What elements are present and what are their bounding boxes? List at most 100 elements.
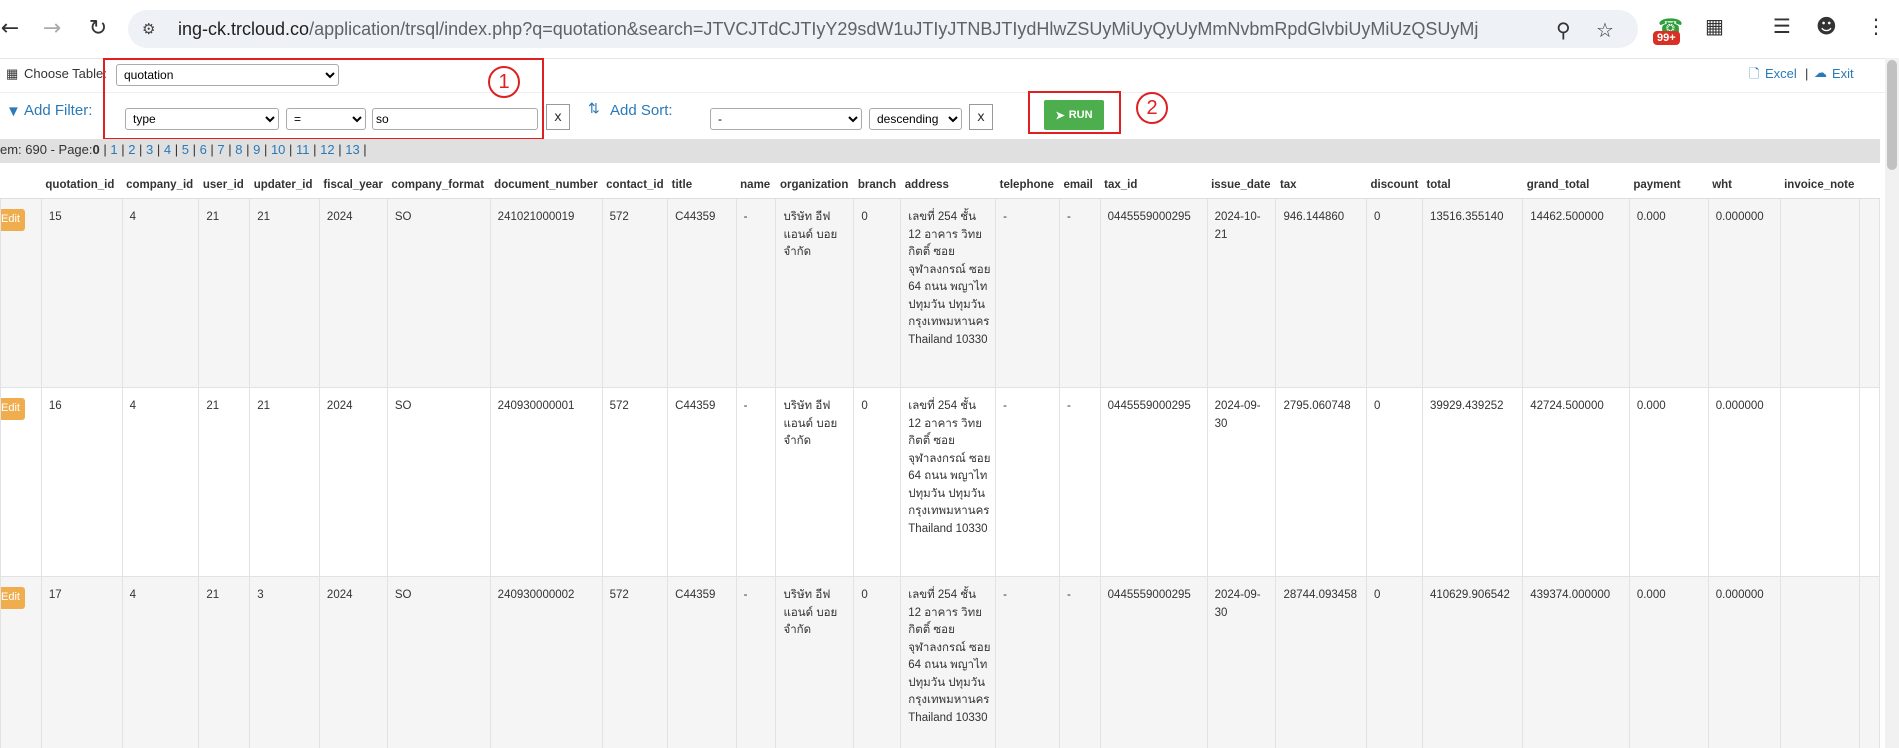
page-separator: | — [359, 142, 367, 157]
table-cell: 2024 — [318, 198, 388, 388]
browser-menu-icon[interactable]: ⋮ — [1866, 14, 1886, 38]
table-cell: 4 — [121, 198, 200, 388]
add-filter-label[interactable]: Add Filter: — [24, 102, 92, 119]
table-cell: C44359 — [667, 576, 737, 748]
sort-direction-select[interactable]: descending — [869, 108, 962, 130]
page-separator: | — [188, 142, 200, 157]
table-cell: 0.000000 — [1707, 387, 1781, 577]
page-link[interactable]: 8 — [235, 142, 242, 157]
page-separator: | — [309, 142, 321, 157]
table-cell: 15 — [40, 198, 123, 388]
table-row: Edit 16 4 21 21 2024 SO 240930000001 572 C44359- บ… — [0, 387, 1880, 577]
page-link[interactable]: 1 — [110, 142, 117, 157]
annotation-box-2 — [1028, 91, 1121, 134]
column-header[interactable]: company_id — [122, 172, 199, 199]
table-cell: 0 — [853, 198, 902, 388]
table-cell: 439374.000000 — [1522, 576, 1630, 748]
add-sort-label[interactable]: Add Sort: — [610, 102, 673, 119]
column-header[interactable]: wht — [1708, 172, 1781, 199]
edit-button[interactable]: Edit — [1, 587, 25, 609]
column-header[interactable]: invoice_note — [1780, 172, 1860, 199]
table-cell: - — [735, 387, 777, 577]
column-header[interactable]: tax — [1275, 172, 1367, 199]
page-separator: | — [334, 142, 346, 157]
url-text[interactable]: ing-ck.trcloud.co/application/trsql/inde… — [178, 19, 1478, 40]
table-cell: บริษัท อีฟ แอนด์ บอย จำกัด — [775, 576, 855, 748]
column-header[interactable]: email — [1059, 172, 1101, 199]
column-header[interactable]: discount — [1366, 172, 1423, 199]
page-link[interactable]: 5 — [182, 142, 189, 157]
table-cell: - — [995, 576, 1060, 748]
column-header[interactable]: branch — [853, 172, 901, 199]
excel-icon[interactable]: 🗋 — [1749, 65, 1759, 87]
extension-badge: 99+ — [1653, 31, 1680, 45]
column-header[interactable]: payment — [1629, 172, 1709, 199]
back-icon[interactable]: ← — [0, 14, 24, 42]
column-header[interactable]: issue_date — [1207, 172, 1276, 199]
column-header[interactable] — [0, 172, 42, 199]
column-header[interactable]: contact_id — [602, 172, 668, 199]
table-cell: SO — [386, 387, 491, 577]
column-header[interactable]: document_number — [490, 172, 603, 199]
page-link[interactable]: 13 — [345, 142, 359, 157]
table-cell — [1859, 576, 1880, 748]
page-link[interactable]: 11 — [296, 142, 310, 157]
table-cell: 4 — [121, 387, 200, 577]
excel-link[interactable]: Excel — [1765, 66, 1797, 81]
column-header[interactable]: telephone — [995, 172, 1060, 199]
table-cell: 2024-10-21 — [1206, 198, 1277, 388]
media-control-icon[interactable]: ☰ — [1773, 14, 1791, 38]
table-cell: 0445559000295 — [1099, 198, 1208, 388]
edit-button[interactable]: Edit — [1, 398, 25, 420]
column-header[interactable]: total — [1422, 172, 1523, 199]
remove-filter-button[interactable]: x — [546, 104, 570, 130]
edit-cell: Edit — [0, 576, 42, 748]
exit-link[interactable]: Exit — [1832, 66, 1854, 81]
page-link[interactable]: 10 — [271, 142, 285, 157]
column-header[interactable]: tax_id — [1100, 172, 1208, 199]
address-bar[interactable]: ⚙ ing-ck.trcloud.co/application/trsql/in… — [128, 10, 1638, 48]
table-cell: 240930000002 — [489, 576, 603, 748]
page-link[interactable]: 7 — [217, 142, 224, 157]
forward-icon[interactable]: → — [38, 14, 66, 42]
page-separator: | — [224, 142, 236, 157]
edit-button[interactable]: Edit — [1, 209, 25, 231]
scrollbar-thumb[interactable] — [1887, 60, 1897, 170]
page-link[interactable]: 6 — [200, 142, 207, 157]
table-cell — [1779, 198, 1861, 388]
column-header[interactable]: organization — [775, 172, 854, 199]
table-cell: 946.144860 — [1275, 198, 1367, 388]
column-header[interactable]: company_format — [387, 172, 491, 199]
page-link[interactable]: 12 — [320, 142, 334, 157]
annotation-marker-1: 1 — [488, 66, 520, 98]
column-header[interactable]: title — [667, 172, 737, 199]
column-header[interactable] — [1859, 172, 1880, 199]
table-cell: 42724.500000 — [1522, 387, 1630, 577]
table-cell: บริษัท อีฟ แอนด์ บอย จำกัด — [775, 198, 855, 388]
bookmark-star-icon[interactable]: ☆ — [1596, 18, 1614, 42]
table-cell: 2024 — [318, 576, 388, 748]
reload-icon[interactable]: ↻ — [84, 14, 112, 42]
table-cell: 0 — [1365, 387, 1423, 577]
column-header[interactable]: updater_id — [249, 172, 320, 199]
browser-toolbar: ← → ↻ ⚙ ing-ck.trcloud.co/application/tr… — [0, 0, 1899, 59]
results-table-container: quotation_id company_id user_id updater_id f… — [0, 172, 1880, 748]
site-info-icon[interactable]: ⚙ — [142, 20, 155, 38]
zoom-icon[interactable]: ⚲ — [1556, 18, 1571, 42]
table-cell: 0.000 — [1628, 198, 1709, 388]
table-cell: เลขที่ 254 ชั้น 12 อาคาร วิทยกิตติ์ ซอย … — [900, 198, 997, 388]
results-table: quotation_id company_id user_id updater_id f… — [0, 172, 1880, 748]
table-cell: 572 — [601, 198, 669, 388]
column-header[interactable]: user_id — [198, 172, 250, 199]
sort-column-select[interactable]: - — [710, 108, 862, 130]
column-header[interactable]: quotation_id — [41, 172, 123, 199]
remove-sort-button[interactable]: x — [969, 104, 993, 130]
column-header[interactable]: fiscal_year — [319, 172, 388, 199]
table-cell: 0.000000 — [1707, 198, 1781, 388]
profile-avatar[interactable]: ☻ — [1816, 14, 1837, 38]
column-header[interactable]: address — [900, 172, 996, 199]
column-header[interactable]: name — [736, 172, 776, 199]
column-header[interactable]: grand_total — [1522, 172, 1630, 199]
cloud-icon: ☁ — [1814, 65, 1827, 80]
extensions-puzzle-icon[interactable]: ▦ — [1705, 14, 1724, 38]
